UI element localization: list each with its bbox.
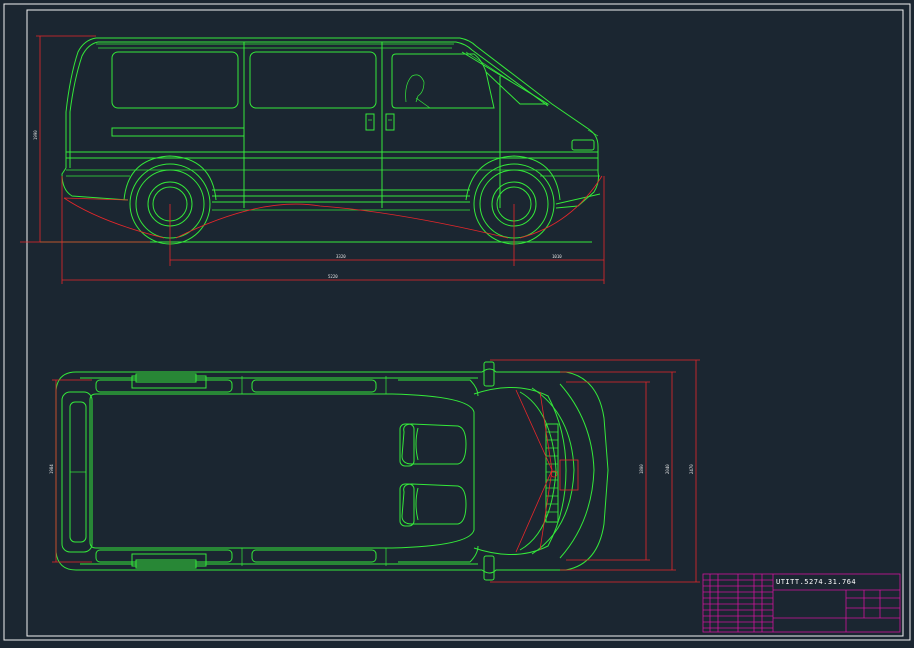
side-view	[40, 37, 601, 245]
svg-text:2470: 2470	[689, 464, 694, 474]
cad-drawing: 1990 3320 1010 5220 1984 2470 2040 1800 …	[3, 3, 911, 641]
svg-text:1990: 1990	[33, 130, 38, 140]
svg-text:1984: 1984	[49, 464, 54, 474]
svg-text:3320: 3320	[336, 254, 346, 259]
svg-text:1010: 1010	[552, 254, 562, 259]
svg-text:2040: 2040	[665, 464, 670, 474]
drawing-viewport[interactable]: 1990 3320 1010 5220 1984 2470 2040 1800 …	[0, 0, 914, 644]
svg-text:5220: 5220	[328, 274, 338, 279]
sheet-frame	[3, 3, 911, 641]
side-view-dimensions: 1990 3320 1010 5220	[20, 35, 605, 284]
drawing-number: UTITT.5274.31.764	[776, 578, 856, 586]
svg-text:1800: 1800	[639, 464, 644, 474]
top-view-dimensions: 1984 2470 2040 1800	[49, 359, 700, 583]
title-block: UTITT.5274.31.764	[702, 573, 901, 633]
top-view	[55, 361, 609, 581]
